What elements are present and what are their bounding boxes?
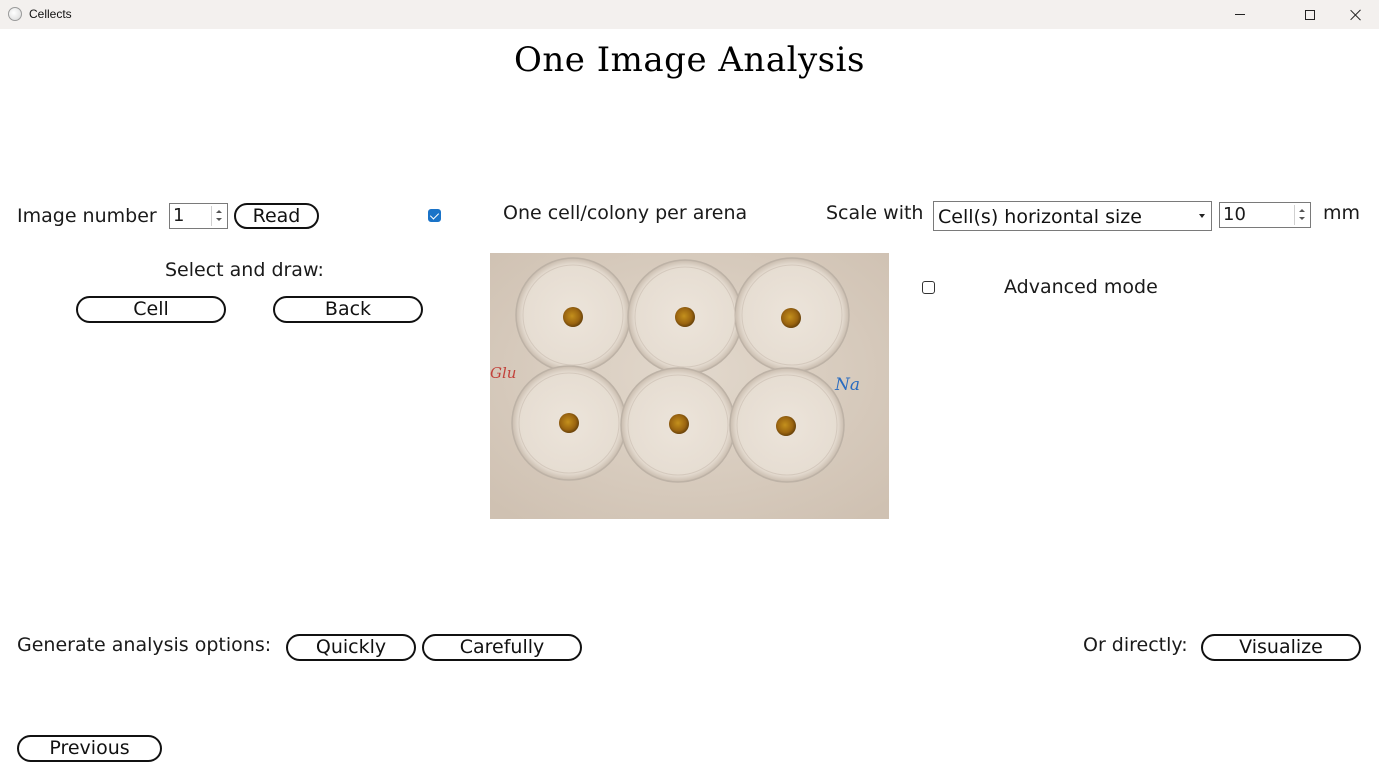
image-number-value[interactable]: 1 bbox=[173, 205, 184, 227]
page-title: One Image Analysis bbox=[514, 40, 865, 80]
window-title: Cellects bbox=[29, 7, 72, 21]
spin-arrows-icon[interactable] bbox=[1294, 205, 1308, 225]
analysis-image[interactable]: Glu Na bbox=[490, 253, 889, 519]
colony bbox=[559, 413, 579, 433]
or-directly-label: Or directly: bbox=[1083, 634, 1188, 656]
one-cell-label: One cell/colony per arena bbox=[503, 202, 748, 224]
chevron-down-icon bbox=[1199, 214, 1205, 218]
scale-value[interactable]: 10 bbox=[1223, 204, 1246, 226]
spin-arrows-icon[interactable] bbox=[211, 206, 225, 226]
generate-options-label: Generate analysis options: bbox=[17, 634, 272, 656]
colony bbox=[563, 307, 583, 327]
carefully-button[interactable]: Carefully bbox=[422, 634, 582, 661]
image-number-label: Image number bbox=[17, 205, 157, 227]
colony bbox=[669, 414, 689, 434]
read-button[interactable]: Read bbox=[234, 203, 319, 229]
colony bbox=[781, 308, 801, 328]
maximize-button[interactable] bbox=[1287, 0, 1333, 29]
colony bbox=[675, 307, 695, 327]
visualize-button[interactable]: Visualize bbox=[1201, 634, 1361, 661]
back-button[interactable]: Back bbox=[273, 296, 423, 323]
advanced-mode-label: Advanced mode bbox=[1004, 276, 1158, 298]
maximize-icon bbox=[1305, 9, 1315, 20]
scale-unit: mm bbox=[1323, 202, 1361, 224]
window-title-bar: Cellects bbox=[0, 0, 1379, 29]
scale-dropdown[interactable]: Cell(s) horizontal size bbox=[933, 201, 1212, 231]
advanced-mode-checkbox[interactable] bbox=[922, 281, 935, 294]
minimize-button[interactable] bbox=[1217, 0, 1263, 29]
one-cell-checkbox[interactable] bbox=[428, 209, 441, 222]
previous-button[interactable]: Previous bbox=[17, 735, 162, 762]
close-button[interactable] bbox=[1333, 0, 1379, 29]
scale-with-label: Scale with bbox=[826, 202, 924, 224]
close-icon bbox=[1350, 9, 1362, 21]
quickly-button[interactable]: Quickly bbox=[286, 634, 416, 661]
image-number-spinbox[interactable]: 1 bbox=[169, 203, 228, 229]
image-mark-right: Na bbox=[834, 375, 860, 395]
colony bbox=[776, 416, 796, 436]
app-icon bbox=[8, 7, 22, 21]
image-mark-left: Glu bbox=[490, 364, 516, 382]
cell-button[interactable]: Cell bbox=[76, 296, 226, 323]
select-and-draw-label: Select and draw: bbox=[165, 259, 324, 281]
scale-dropdown-value: Cell(s) horizontal size bbox=[938, 206, 1142, 228]
minimize-icon bbox=[1235, 14, 1245, 15]
scale-value-spinbox[interactable]: 10 bbox=[1219, 202, 1311, 228]
